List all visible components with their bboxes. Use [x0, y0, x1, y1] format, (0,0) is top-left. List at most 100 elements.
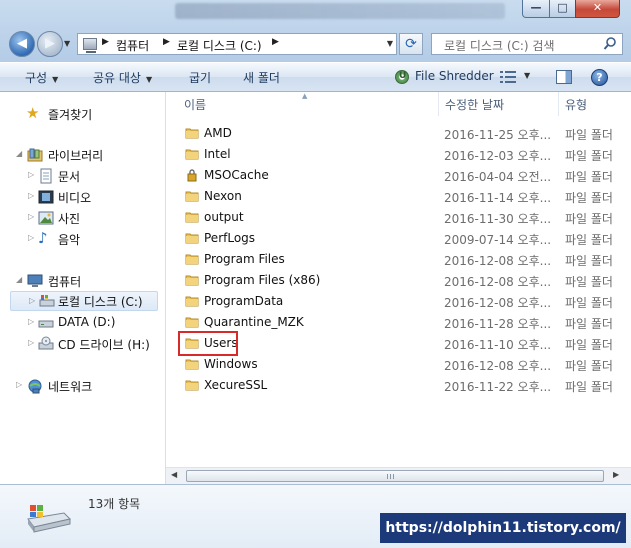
expand-arrow-icon[interactable]: ▷ [29, 296, 35, 305]
organize-button[interactable]: 구성 ▼ [25, 69, 58, 86]
nav-local-disk-c[interactable]: ▷ 로컬 디스크 (C:) [10, 291, 158, 311]
breadcrumb-local-disk[interactable]: 로컬 디스크 (C:) [177, 37, 262, 54]
file-row[interactable]: Users 2016-11-10 오후... 파일 폴더 [166, 331, 631, 356]
close-button[interactable]: ✕ [575, 0, 620, 18]
file-shredder-button[interactable]: File Shredder [415, 69, 494, 83]
file-row[interactable]: AMD 2016-11-25 오후... 파일 폴더 [166, 123, 631, 144]
scroll-left-icon[interactable]: ◀ [171, 470, 177, 479]
breadcrumb-separator-icon[interactable]: ▶ [163, 37, 170, 47]
nav-computer[interactable]: ◢ 컴퓨터 [0, 271, 160, 291]
help-icon[interactable]: ? [591, 69, 608, 86]
search-icon[interactable] [603, 36, 617, 52]
nav-cd-drive-h[interactable]: ▷ CD 드라이브 (H:) [0, 334, 160, 354]
view-dropdown-icon[interactable]: ▼ [524, 71, 530, 80]
file-name[interactable]: XecureSSL [204, 378, 267, 392]
file-type: 파일 폴더 [565, 149, 613, 163]
file-row[interactable]: Program Files 2016-12-08 오후... 파일 폴더 [166, 249, 631, 270]
recent-pages-dropdown[interactable]: ▼ [64, 39, 70, 48]
folder-icon [185, 317, 199, 328]
new-folder-button[interactable]: 새 폴더 [243, 69, 280, 86]
file-name[interactable]: Program Files (x86) [204, 273, 320, 287]
cd-drive-icon [38, 336, 54, 350]
scrollbar-thumb[interactable] [186, 470, 604, 482]
close-icon: ✕ [592, 1, 603, 14]
address-dropdown-icon[interactable]: ▼ [387, 39, 393, 48]
collapse-arrow-icon[interactable]: ◢ [16, 149, 22, 158]
file-name[interactable]: AMD [204, 126, 232, 140]
share-with-button[interactable]: 공유 대상 ▼ [93, 69, 152, 86]
nav-data-d[interactable]: ▷ DATA (D:) [0, 313, 160, 333]
scroll-right-icon[interactable]: ▶ [613, 470, 619, 479]
computer-icon [27, 274, 43, 287]
column-header-name[interactable]: 이름 [184, 96, 206, 113]
file-type: 파일 폴더 [565, 359, 613, 373]
expand-arrow-icon[interactable]: ▷ [28, 233, 34, 242]
preview-pane-icon[interactable] [556, 70, 572, 84]
file-name[interactable]: PerfLogs [204, 231, 255, 245]
expand-arrow-icon[interactable]: ▷ [28, 338, 34, 347]
column-header-type[interactable]: 유형 [565, 96, 587, 113]
maximize-button[interactable]: □ [549, 0, 576, 18]
file-row[interactable]: XecureSSL 2016-11-22 오후... 파일 폴더 [166, 375, 631, 396]
back-button[interactable]: ◀ [9, 31, 35, 57]
nav-music[interactable]: ▷ ♪ 음악 [0, 229, 160, 249]
breadcrumb-separator-icon[interactable]: ▶ [102, 37, 109, 47]
expand-arrow-icon[interactable]: ▷ [16, 380, 22, 389]
file-name[interactable]: Program Files [204, 252, 285, 266]
nav-pictures-label: 사진 [58, 212, 81, 226]
file-date-modified: 2016-04-04 오전... [444, 170, 550, 184]
column-divider[interactable] [558, 92, 559, 116]
file-row[interactable]: Quarantine_MZK 2016-11-28 오후... 파일 폴더 [166, 312, 631, 333]
file-name[interactable]: Windows [204, 357, 258, 371]
file-name[interactable]: Nexon [204, 189, 242, 203]
file-row[interactable]: MSOCache 2016-04-04 오전... 파일 폴더 [166, 165, 631, 186]
expand-arrow-icon[interactable]: ▷ [28, 170, 34, 179]
documents-icon [40, 168, 52, 184]
file-type: 파일 폴더 [565, 128, 613, 142]
nav-videos[interactable]: ▷ 비디오 [0, 187, 160, 207]
refresh-button[interactable]: ⟳ [399, 33, 423, 55]
view-options-icon[interactable] [500, 71, 516, 83]
column-header-modified[interactable]: 수정한 날짜 [445, 96, 504, 113]
blurred-title-text [175, 3, 505, 19]
column-divider[interactable] [438, 92, 439, 116]
scrollbar-grip [387, 474, 396, 479]
search-box[interactable]: 로컬 디스크 (C:) 검색 [431, 33, 623, 55]
breadcrumb-computer[interactable]: 컴퓨터 [116, 37, 149, 54]
horizontal-scrollbar[interactable]: ◀ ▶ [166, 467, 631, 484]
file-row[interactable]: Program Files (x86) 2016-12-08 오후... 파일 폴더 [166, 270, 631, 291]
file-date-modified: 2016-11-25 오후... [444, 128, 550, 142]
search-placeholder: 로컬 디스크 (C:) 검색 [444, 39, 555, 53]
organize-label: 구성 [25, 71, 48, 85]
burn-button[interactable]: 굽기 [189, 69, 211, 86]
watermark: https://dolphin11.tistory.com/ [380, 513, 626, 543]
file-name[interactable]: Intel [204, 147, 231, 161]
file-row[interactable]: Nexon 2016-11-14 오후... 파일 폴더 [166, 186, 631, 207]
file-name[interactable]: output [204, 210, 244, 224]
file-name[interactable]: MSOCache [204, 168, 269, 182]
file-row[interactable]: Windows 2016-12-08 오후... 파일 폴더 [166, 354, 631, 375]
nav-libraries[interactable]: ◢ 라이브러리 [0, 145, 160, 165]
file-name[interactable]: Quarantine_MZK [204, 315, 304, 329]
file-type: 파일 폴더 [565, 212, 613, 226]
nav-network[interactable]: ▷ 네트워크 [0, 376, 160, 396]
nav-favorites-label: 즐겨찾기 [48, 108, 93, 122]
nav-music-label: 음악 [58, 233, 81, 247]
breadcrumb-separator-icon[interactable]: ▶ [272, 37, 279, 47]
address-bar[interactable]: ▶ 컴퓨터 ▶ 로컬 디스크 (C:) ▶ ▼ [77, 33, 397, 55]
file-row[interactable]: Intel 2016-12-03 오후... 파일 폴더 [166, 144, 631, 165]
forward-button[interactable]: ▶ [37, 31, 63, 57]
file-row[interactable]: PerfLogs 2009-07-14 오후... 파일 폴더 [166, 228, 631, 249]
expand-arrow-icon[interactable]: ▷ [28, 212, 34, 221]
nav-favorites[interactable]: ★ 즐겨찾기 [0, 104, 160, 124]
file-row[interactable]: ProgramData 2016-12-08 오후... 파일 폴더 [166, 291, 631, 312]
nav-pictures[interactable]: ▷ 사진 [0, 208, 160, 228]
file-name[interactable]: ProgramData [204, 294, 283, 308]
file-row[interactable]: output 2016-11-30 오후... 파일 폴더 [166, 207, 631, 228]
expand-arrow-icon[interactable]: ▷ [28, 191, 34, 200]
nav-documents[interactable]: ▷ 문서 [0, 166, 160, 186]
title-bar: — □ ✕ [0, 0, 631, 26]
expand-arrow-icon[interactable]: ▷ [28, 317, 34, 326]
minimize-button[interactable]: — [522, 0, 550, 18]
collapse-arrow-icon[interactable]: ◢ [16, 275, 22, 284]
